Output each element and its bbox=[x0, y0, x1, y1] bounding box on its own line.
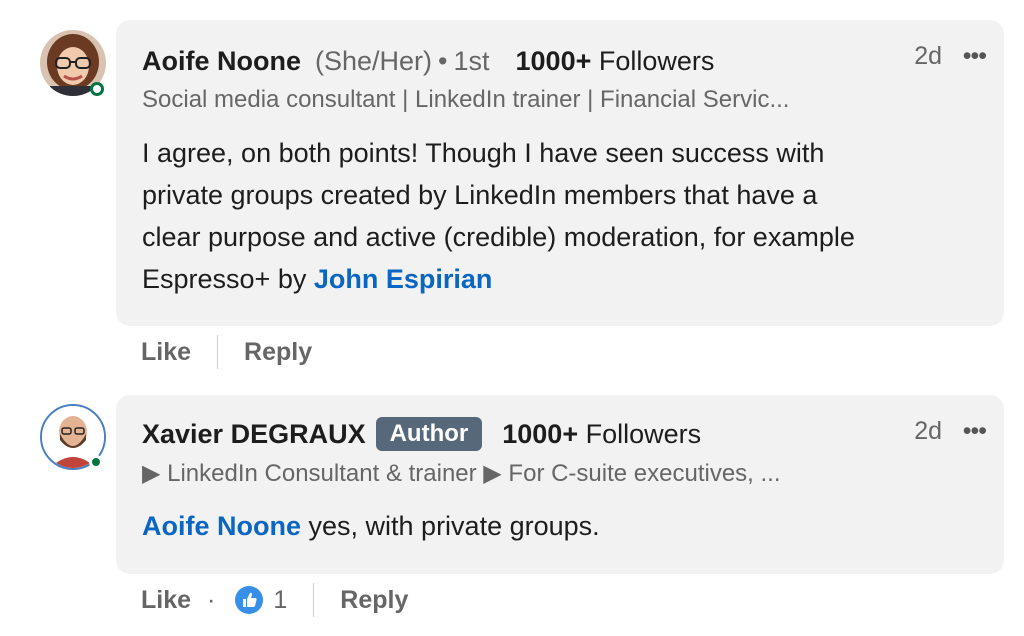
divider bbox=[313, 583, 315, 617]
followers-count: 1000+ Followers bbox=[515, 46, 715, 76]
comment-text: I agree, on both points! Though I have s… bbox=[142, 138, 855, 294]
more-options-icon[interactable]: ••• bbox=[963, 417, 987, 446]
comment-header: Xavier DEGRAUX Author 1000+ Followers bbox=[142, 417, 984, 451]
action-dot: · bbox=[207, 585, 216, 614]
like-button[interactable]: Like bbox=[141, 338, 191, 367]
connection-degree: 1st bbox=[453, 46, 490, 76]
reaction-count[interactable]: 1 bbox=[273, 586, 287, 615]
author-headline: ▶ LinkedIn Consultant & trainer ▶ For C-… bbox=[142, 460, 781, 487]
comment-bubble: Xavier DEGRAUX Author 1000+ Followers 2d •… bbox=[116, 395, 1004, 574]
degree-separator: • bbox=[438, 46, 448, 76]
author-name[interactable]: Aoife Noone bbox=[142, 46, 301, 76]
reply-button[interactable]: Reply bbox=[244, 338, 312, 367]
more-options-icon[interactable]: ••• bbox=[963, 42, 987, 71]
thumbs-up-icon[interactable] bbox=[235, 586, 264, 614]
followers-count: 1000+ Followers bbox=[502, 419, 702, 449]
comment-header: Aoife Noone (She/Her) • 1st 1000+ Followers bbox=[142, 45, 984, 77]
author-name[interactable]: Xavier DEGRAUX bbox=[142, 419, 366, 449]
online-status-indicator bbox=[89, 455, 103, 469]
comment-bubble: Aoife Noone (She/Her) • 1st 1000+ Followers … bbox=[116, 20, 1004, 326]
comment-actions: Like Reply bbox=[141, 334, 312, 370]
comment-timestamp: 2d bbox=[914, 417, 942, 445]
comment-text: Aoife Noone yes, with private groups. bbox=[142, 511, 600, 541]
comment-actions: Like · 1 Reply bbox=[141, 582, 408, 618]
mention-link[interactable]: John Espirian bbox=[314, 264, 493, 294]
divider bbox=[217, 335, 219, 369]
author-badge: Author bbox=[375, 417, 483, 451]
comment-timestamp: 2d bbox=[914, 42, 942, 70]
author-pronouns: (She/Her) bbox=[315, 46, 433, 76]
mention-link[interactable]: Aoife Noone bbox=[142, 511, 301, 541]
online-status-indicator bbox=[90, 82, 104, 96]
reply-button[interactable]: Reply bbox=[340, 586, 408, 615]
like-button[interactable]: Like bbox=[141, 586, 191, 615]
author-headline: Social media consultant | LinkedIn train… bbox=[142, 86, 790, 113]
